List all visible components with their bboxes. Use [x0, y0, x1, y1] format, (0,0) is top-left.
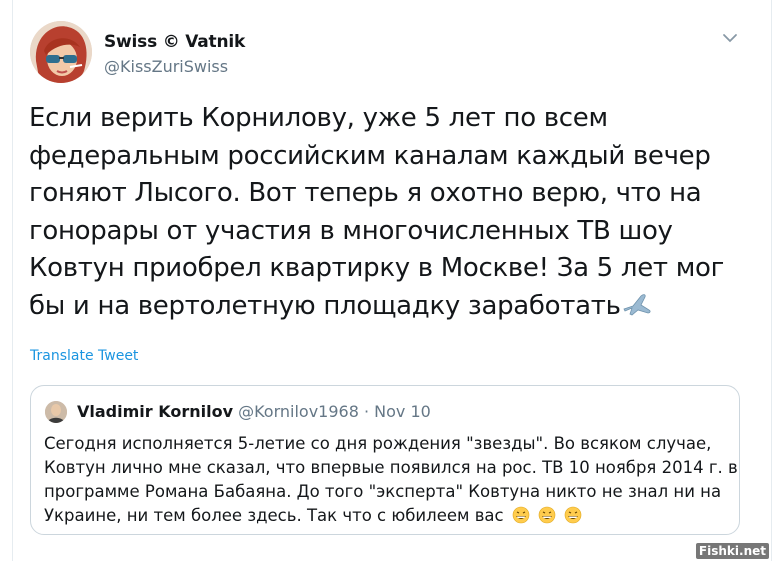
tweet-text-line: гоняют Лысого. Вот теперь я охотно верю,…: [29, 178, 702, 208]
quoted-text-line: Украине, ни тем более здесь. Так что с ю…: [44, 506, 504, 525]
user-handle[interactable]: @KissZuriSwiss: [104, 57, 228, 76]
tweet-text-line-last: бы и на вертолетную площадку заработать: [29, 288, 741, 326]
quoted-display-name[interactable]: Vladimir Kornilov: [77, 402, 233, 421]
quoted-avatar-image: [45, 401, 67, 423]
tweet-text-line: гонорары от участия в многочисленных ТВ …: [29, 215, 673, 246]
grinning-emoji-icon: [565, 506, 582, 524]
quoted-meta: @Kornilov1968 · Nov 10: [238, 402, 431, 421]
quoted-tweet[interactable]: Vladimir Kornilov @Kornilov1968 · Nov 10…: [30, 385, 740, 535]
grinning-emoji-icon: [538, 506, 556, 524]
tweet-text-line: федеральным российским каналам каждый ве…: [29, 140, 711, 171]
quoted-avatar[interactable]: [45, 401, 67, 423]
tweet-text-line: Ковтун приобрел квартирку в Москве! За 5…: [29, 253, 724, 283]
quoted-text-line: Ковтун лично мне сказал, что впервые поя…: [44, 458, 738, 477]
chevron-down-icon[interactable]: [721, 31, 739, 45]
user-avatar[interactable]: [30, 21, 92, 83]
watermark: Fishki.net: [695, 543, 769, 559]
avatar-image: [30, 21, 92, 83]
quoted-text: Сегодня исполняется 5-летие со дня рожде…: [44, 432, 738, 528]
quoted-text-line: программе Романа Бабаяна. До того "экспе…: [44, 482, 722, 501]
grinning-emoji-icon: [512, 506, 530, 524]
airplane-emoji-icon: [623, 293, 651, 315]
tweet-text-line: бы и на вертолетную площадку заработать: [29, 290, 621, 321]
tweet-text: Если верить Корнилову, уже 5 лет по всем…: [29, 100, 741, 325]
tweet-text-line: Если верить Корнилову, уже 5 лет по всем: [29, 103, 608, 133]
quoted-header: Vladimir Kornilov @Kornilov1968 · Nov 10: [77, 402, 431, 421]
translate-tweet-link[interactable]: Translate Tweet: [30, 348, 138, 364]
quoted-text-line-last: Украине, ни тем более здесь. Так что с ю…: [44, 504, 734, 528]
display-name[interactable]: Swiss © Vatnik: [104, 32, 245, 52]
quoted-text-line: Сегодня исполняется 5-летие со дня рожде…: [44, 434, 712, 453]
